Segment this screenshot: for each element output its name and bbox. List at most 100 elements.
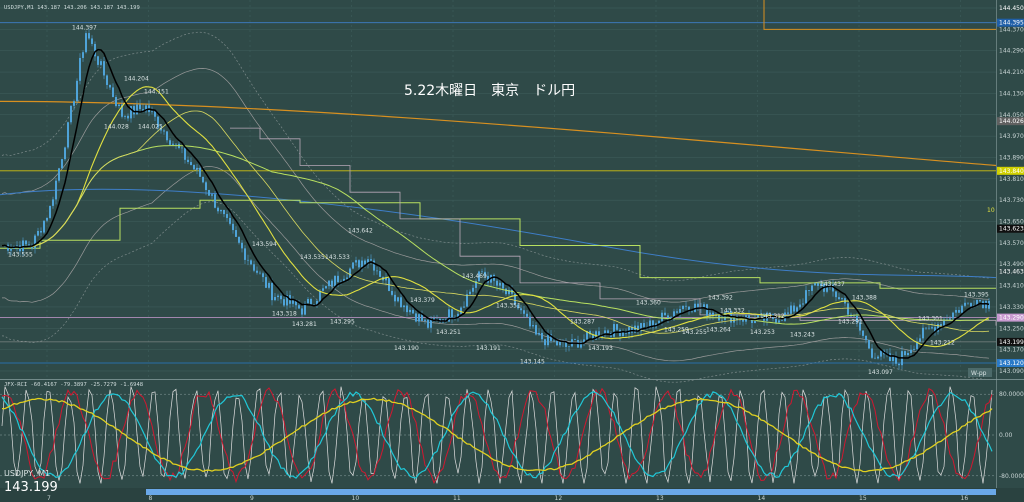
candle-body bbox=[43, 220, 45, 233]
candle-body bbox=[214, 194, 216, 208]
candle-body bbox=[184, 147, 186, 160]
candle-body bbox=[250, 260, 252, 265]
candle-body bbox=[559, 341, 561, 346]
candle-body bbox=[346, 277, 348, 279]
price-tag-label: 144.450 bbox=[999, 5, 1024, 12]
candle-body bbox=[22, 240, 24, 252]
candle-body bbox=[211, 194, 213, 196]
y-tick-label: 144.210 bbox=[999, 69, 1024, 76]
candle-body bbox=[235, 230, 237, 237]
price-point-label: 143.388 bbox=[852, 294, 877, 301]
price-point-label: 143.332 bbox=[720, 308, 745, 315]
price-point-label: 143.469 bbox=[462, 273, 487, 280]
price-point-label: 143.301 bbox=[918, 316, 943, 323]
candle-body bbox=[568, 346, 570, 347]
candle-body bbox=[535, 325, 537, 335]
y-tick-label: 143.730 bbox=[999, 197, 1024, 204]
candle-body bbox=[34, 235, 36, 249]
x-tick-label: 8 bbox=[149, 495, 153, 502]
candle-body bbox=[427, 319, 429, 328]
candle-body bbox=[97, 56, 99, 65]
candle-body bbox=[871, 348, 873, 358]
price-point-label: 143.287 bbox=[570, 318, 595, 325]
candle-body bbox=[301, 308, 303, 315]
y-tick-label: 143.330 bbox=[999, 304, 1024, 311]
candle-body bbox=[112, 87, 114, 98]
candle-body bbox=[412, 309, 414, 314]
price-point-label: 144.151 bbox=[144, 89, 169, 96]
candle-body bbox=[139, 104, 141, 110]
candle-body bbox=[880, 350, 882, 357]
candle-body bbox=[370, 259, 372, 261]
price-point-label: 143.255 bbox=[682, 329, 707, 336]
candle-body bbox=[193, 165, 195, 170]
price-point-label: 144.204 bbox=[124, 75, 149, 82]
candle-body bbox=[805, 290, 807, 304]
candle-body bbox=[841, 298, 843, 300]
candle-body bbox=[397, 297, 399, 302]
osc-tick-label: 80.0000 bbox=[999, 391, 1024, 398]
candle-body bbox=[892, 356, 894, 361]
price-point-label: 143.437 bbox=[820, 281, 845, 288]
candle-body bbox=[979, 299, 981, 302]
price-point-label: 143.212 bbox=[930, 340, 955, 347]
y-tick-label: 143.090 bbox=[999, 368, 1024, 375]
candle-body bbox=[70, 105, 72, 123]
candle-body bbox=[277, 295, 279, 298]
candle-body bbox=[328, 280, 330, 287]
candle-body bbox=[241, 242, 243, 249]
candle-body bbox=[223, 209, 225, 215]
y-tick-label: 143.170 bbox=[999, 347, 1024, 354]
price-point-label: 144.028 bbox=[104, 123, 129, 130]
price-point-label: 143.351 bbox=[496, 302, 521, 309]
y-tick-label: 144.370 bbox=[999, 26, 1024, 33]
candle-body bbox=[616, 324, 618, 330]
candle-body bbox=[910, 349, 912, 354]
candle-body bbox=[163, 130, 165, 132]
candle-body bbox=[835, 291, 837, 298]
candle-body bbox=[925, 327, 927, 329]
y-tick-label: 143.250 bbox=[999, 325, 1024, 332]
candle-body bbox=[409, 309, 411, 313]
y-tick-label: 143.650 bbox=[999, 219, 1024, 226]
candle-body bbox=[922, 327, 924, 339]
candle-body bbox=[262, 273, 264, 278]
candle-body bbox=[265, 277, 267, 288]
candle-body bbox=[463, 306, 465, 308]
candle-body bbox=[955, 310, 957, 313]
price-point-label: 143.379 bbox=[410, 297, 435, 304]
candle-body bbox=[406, 305, 408, 313]
candle-body bbox=[322, 288, 324, 291]
candle-body bbox=[862, 330, 864, 336]
price-point-label: 143.392 bbox=[708, 294, 733, 301]
y-tick-label: 143.490 bbox=[999, 261, 1024, 268]
candle-body bbox=[337, 275, 339, 282]
session-bar bbox=[146, 489, 996, 495]
candle-body bbox=[376, 270, 378, 272]
chart-annotation: 5.22木曜日 東京 ドル円 bbox=[404, 83, 575, 99]
candle-body bbox=[169, 140, 171, 145]
candle-body bbox=[202, 176, 204, 183]
candle-body bbox=[40, 230, 42, 233]
candle-body bbox=[526, 313, 528, 317]
trading-chart: 144.397 144.204 144.151 144.028 144.025 143.6… bbox=[0, 0, 1024, 502]
candle-body bbox=[496, 280, 498, 286]
candle-body bbox=[919, 338, 921, 342]
candle-body bbox=[58, 168, 60, 181]
x-tick-label: 14 bbox=[758, 495, 766, 502]
candle-body bbox=[196, 167, 198, 170]
wpp-label: W-pp bbox=[971, 370, 987, 377]
candle-body bbox=[349, 268, 351, 278]
price-point-label: 143.533 bbox=[325, 254, 350, 261]
candle-body bbox=[853, 315, 855, 317]
candle-body bbox=[61, 159, 63, 169]
price-point-label: 143.291 bbox=[838, 318, 863, 325]
candle-body bbox=[52, 199, 54, 206]
candle-body bbox=[247, 259, 249, 261]
price-tag-label: 143.120 bbox=[999, 360, 1024, 367]
candle-body bbox=[238, 236, 240, 243]
candle-body bbox=[679, 309, 681, 313]
candle-body bbox=[469, 291, 471, 295]
price-point-label: 143.243 bbox=[790, 332, 815, 339]
candle-body bbox=[352, 262, 354, 269]
